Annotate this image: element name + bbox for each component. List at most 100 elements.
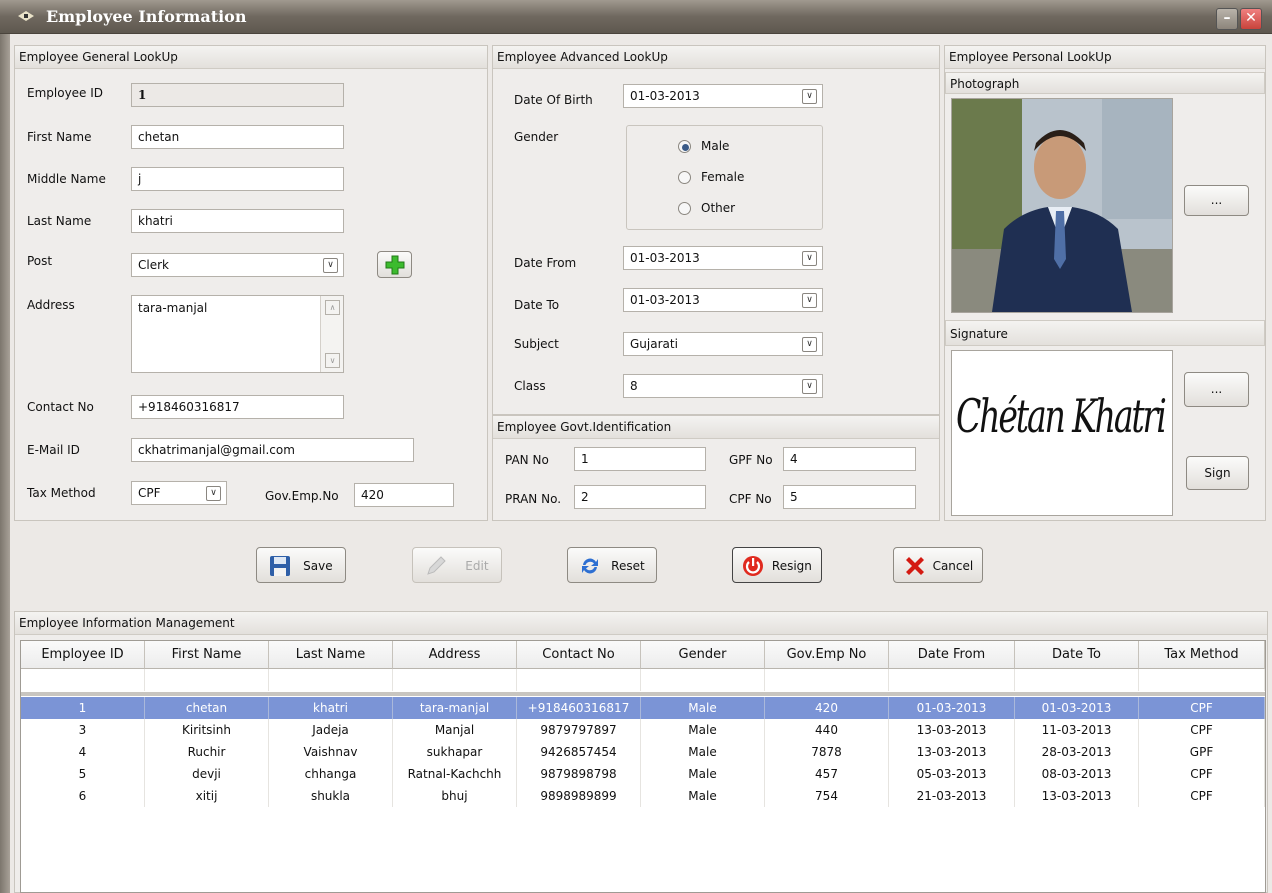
email-field[interactable]: ckhatrimanjal@gmail.com	[131, 438, 414, 462]
scroll-up-icon[interactable]: ∧	[325, 300, 340, 315]
gender-female-radio[interactable]	[678, 171, 691, 184]
filter-cell[interactable]	[765, 669, 889, 691]
table-cell: 3	[21, 719, 145, 741]
gender-other-label[interactable]: Other	[701, 201, 735, 215]
class-combo[interactable]: 8 ∨	[623, 374, 823, 398]
chevron-down-icon[interactable]: ∨	[206, 486, 221, 501]
cancel-button[interactable]: Cancel	[893, 547, 983, 583]
floppy-disk-icon	[270, 555, 291, 576]
address-textarea[interactable]: tara-manjal ∧ ∨	[131, 295, 344, 373]
browse-signature-button[interactable]: ...	[1184, 372, 1249, 407]
table-cell: 08-03-2013	[1015, 763, 1139, 785]
table-row[interactable]: 1 chetan khatri tara-manjal +918460316817 Mal…	[21, 697, 1265, 719]
column-header[interactable]: Address	[393, 641, 517, 669]
table-row[interactable]: 4 Ruchir Vaishnav sukhapar 9426857454 Male 787…	[21, 741, 1265, 763]
contact-field[interactable]: +918460316817	[131, 395, 344, 419]
date-to-combo[interactable]: 01-03-2013 ∨	[623, 288, 823, 312]
chevron-down-icon[interactable]: ∨	[802, 293, 817, 308]
table-cell: Manjal	[393, 719, 517, 741]
filter-cell[interactable]	[889, 669, 1015, 691]
column-header[interactable]: Employee ID	[21, 641, 145, 669]
cpf-field[interactable]: 5	[783, 485, 916, 509]
resign-button[interactable]: Resign	[732, 547, 822, 583]
minimize-button[interactable]: –	[1216, 8, 1238, 30]
subject-combo[interactable]: Gujarati ∨	[623, 332, 823, 356]
table-row[interactable]: 6 xitij shukla bhuj 9898989899 Male 754 21-03-2…	[21, 785, 1265, 807]
chevron-down-icon[interactable]: ∨	[323, 258, 338, 273]
dob-value: 01-03-2013	[630, 89, 700, 103]
table-row[interactable]: 5 devji chhanga Ratnal-Kachchh 9879898798 Mal…	[21, 763, 1265, 785]
tax-method-combo[interactable]: CPF ∨	[131, 481, 227, 505]
post-combo[interactable]: Clerk ∨	[131, 253, 344, 277]
filter-cell[interactable]	[641, 669, 765, 691]
gpf-field[interactable]: 4	[783, 447, 916, 471]
chevron-down-icon[interactable]: ∨	[802, 251, 817, 266]
address-scrollbar[interactable]: ∧ ∨	[320, 296, 343, 372]
filter-cell[interactable]	[1015, 669, 1139, 691]
last-name-field[interactable]: khatri	[131, 209, 344, 233]
pan-field[interactable]: 1	[574, 447, 706, 471]
column-header[interactable]: First Name	[145, 641, 269, 669]
table-separator	[21, 692, 1265, 696]
save-button[interactable]: Save	[256, 547, 346, 583]
edit-label: Edit	[465, 558, 489, 573]
filter-cell[interactable]	[517, 669, 641, 691]
table-cell: 01-03-2013	[1015, 697, 1139, 719]
filter-cell[interactable]	[1139, 669, 1265, 691]
column-header[interactable]: Contact No	[517, 641, 641, 669]
table-cell: bhuj	[393, 785, 517, 807]
chevron-down-icon[interactable]: ∨	[802, 379, 817, 394]
table-cell: chhanga	[269, 763, 393, 785]
pran-field[interactable]: 2	[574, 485, 706, 509]
tax-method-label: Tax Method	[27, 486, 96, 500]
close-button[interactable]: ✕	[1240, 8, 1262, 30]
chevron-down-icon[interactable]: ∨	[802, 337, 817, 352]
table-cell: CPF	[1139, 719, 1265, 741]
column-header[interactable]: Date To	[1015, 641, 1139, 669]
date-to-value: 01-03-2013	[630, 293, 700, 307]
add-post-button[interactable]	[377, 251, 412, 278]
general-lookup-header: Employee General LookUp	[15, 46, 487, 69]
save-label: Save	[303, 558, 333, 573]
gov-emp-no-label: Gov.Emp.No	[265, 489, 339, 503]
app-icon	[18, 11, 34, 21]
chevron-down-icon[interactable]: ∨	[802, 89, 817, 104]
edit-button[interactable]: Edit	[412, 547, 502, 583]
table-cell: GPF	[1139, 741, 1265, 763]
scroll-down-icon[interactable]: ∨	[325, 353, 340, 368]
gender-female-label[interactable]: Female	[701, 170, 744, 184]
first-name-field[interactable]: chetan	[131, 125, 344, 149]
gender-male-radio[interactable]	[678, 140, 691, 153]
filter-cell[interactable]	[145, 669, 269, 691]
column-header[interactable]: Last Name	[269, 641, 393, 669]
table-cell: Ratnal-Kachchh	[393, 763, 517, 785]
date-from-combo[interactable]: 01-03-2013 ∨	[623, 246, 823, 270]
middle-name-field[interactable]: j	[131, 167, 344, 191]
class-value: 8	[630, 379, 638, 393]
browse-photo-button[interactable]: ...	[1184, 185, 1249, 216]
column-header[interactable]: Gender	[641, 641, 765, 669]
table-cell: Male	[641, 719, 765, 741]
employee-id-label: Employee ID	[27, 86, 104, 100]
column-header[interactable]: Date From	[889, 641, 1015, 669]
gender-male-label[interactable]: Male	[701, 139, 729, 153]
table-cell: 9879797897	[517, 719, 641, 741]
gov-emp-no-field[interactable]: 420	[354, 483, 454, 507]
dob-combo[interactable]: 01-03-2013 ∨	[623, 84, 823, 108]
filter-cell[interactable]	[21, 669, 145, 691]
table-cell: 11-03-2013	[1015, 719, 1139, 741]
table-cell: Male	[641, 741, 765, 763]
table-cell: Male	[641, 785, 765, 807]
reset-button[interactable]: Reset	[567, 547, 657, 583]
filter-cell[interactable]	[269, 669, 393, 691]
table-cell: Jadeja	[269, 719, 393, 741]
first-name-label: First Name	[27, 130, 92, 144]
table-row[interactable]: 3 Kiritsinh Jadeja Manjal 9879797897 Male 440 1…	[21, 719, 1265, 741]
gender-other-radio[interactable]	[678, 202, 691, 215]
column-header[interactable]: Tax Method	[1139, 641, 1265, 669]
column-header[interactable]: Gov.Emp No	[765, 641, 889, 669]
filter-cell[interactable]	[393, 669, 517, 691]
refresh-icon	[582, 558, 599, 573]
sign-button[interactable]: Sign	[1186, 456, 1249, 490]
table-cell: 28-03-2013	[1015, 741, 1139, 763]
